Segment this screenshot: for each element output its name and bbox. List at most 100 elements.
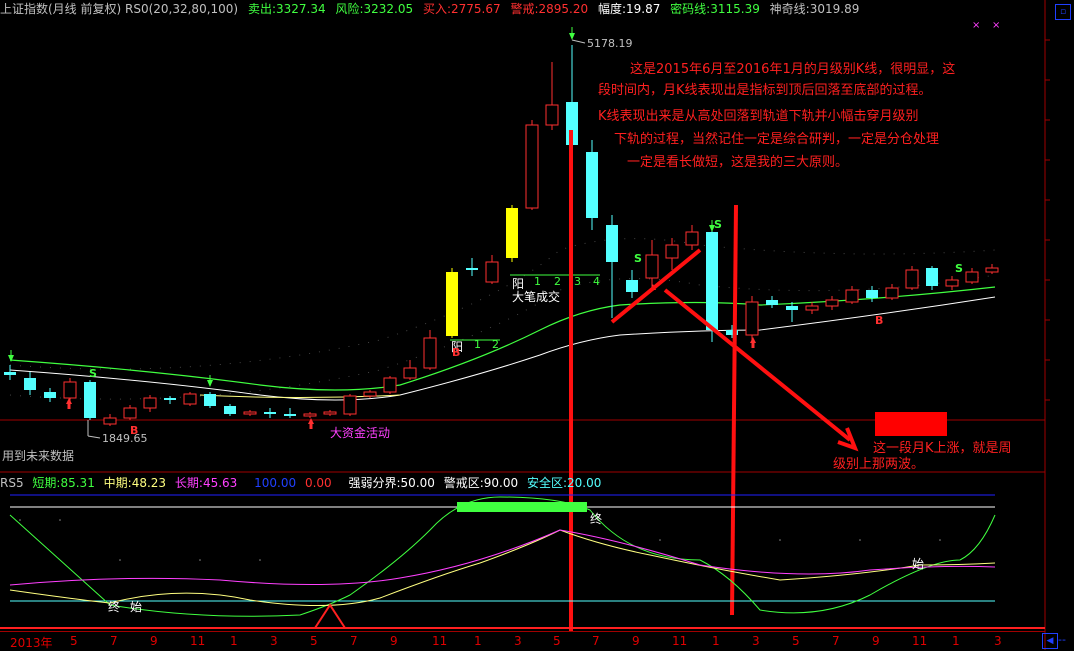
candle-body[interactable]	[24, 378, 36, 390]
yang2-num-1: 1	[534, 275, 541, 288]
long-value: 45.63	[202, 476, 238, 490]
candle-body[interactable]	[926, 268, 938, 286]
arrow-left-icon[interactable]: ◀	[1042, 633, 1058, 649]
candle-body[interactable]	[423, 337, 437, 369]
magic-label: 神奇线:	[769, 2, 810, 16]
candle-body[interactable]	[284, 414, 296, 416]
candle-body[interactable]	[224, 406, 236, 414]
date-tick-label: 9	[390, 634, 398, 648]
candle-body[interactable]	[383, 377, 397, 393]
candle-body[interactable]	[706, 232, 718, 330]
mid-value: 48.23	[131, 476, 167, 490]
short-label: 短期:	[32, 476, 61, 490]
candle-body[interactable]	[363, 391, 377, 397]
candle-body[interactable]	[626, 280, 638, 292]
candle-body[interactable]	[243, 411, 257, 415]
candle-body[interactable]	[766, 300, 778, 305]
indicator-green-bar	[457, 502, 587, 512]
buy-signal-b: B	[875, 314, 884, 327]
candle-body[interactable]	[446, 272, 458, 336]
candle-body[interactable]	[143, 397, 157, 409]
candle-body[interactable]	[866, 290, 878, 298]
candle-body[interactable]	[525, 124, 539, 209]
candle-body[interactable]	[4, 372, 16, 375]
sell-label: 卖出:	[247, 2, 276, 16]
candle-body[interactable]	[84, 382, 96, 418]
value-100: 100.00	[254, 476, 297, 490]
date-tick-label: 3	[514, 634, 522, 648]
candle-body[interactable]	[183, 393, 197, 405]
warn-value: 2895.20	[538, 2, 589, 16]
window-toggle-icon[interactable]: ▫	[1055, 4, 1071, 20]
date-tick-label: 9	[632, 634, 640, 648]
candle-body[interactable]	[665, 244, 679, 259]
candle-body[interactable]	[645, 254, 659, 279]
big-fund-label: 大资金活动	[330, 426, 391, 440]
candle-body[interactable]	[786, 306, 798, 310]
candle-body[interactable]	[343, 395, 357, 415]
candle-body[interactable]	[825, 299, 839, 307]
candle-body[interactable]	[63, 381, 77, 399]
annotation-line-4: 下轨的过程，当然记住一定是综合研判，一定是分仓处理	[614, 132, 940, 147]
buy-signal-b: B	[452, 346, 461, 359]
candle-body[interactable]	[204, 394, 216, 406]
date-tick-label: 3	[994, 634, 1002, 648]
yang-label-2: 阳	[512, 277, 525, 291]
date-tick-label: 1	[712, 634, 720, 648]
svg-text:×: ×	[992, 20, 1000, 31]
candle-body[interactable]	[466, 268, 478, 270]
warn-label: 警戒:	[510, 2, 539, 16]
date-tick-label: 7	[350, 634, 358, 648]
candle-body[interactable]	[123, 407, 137, 419]
candle-body[interactable]	[965, 271, 979, 283]
date-tick-label: 11	[190, 634, 206, 648]
date-tick-label: 9	[872, 634, 880, 648]
candle-body[interactable]	[303, 413, 317, 417]
candle-body[interactable]	[586, 152, 598, 218]
indicator-name: RS5	[0, 476, 24, 490]
candle-body[interactable]	[264, 412, 276, 414]
annotation-drawings	[569, 130, 859, 632]
date-tick-label: 9	[150, 634, 158, 648]
candle-body[interactable]	[606, 225, 618, 262]
date-tick-label: 11	[912, 634, 928, 648]
candle-body[interactable]	[485, 261, 499, 283]
safe-zone-label: 安全区:	[526, 476, 568, 490]
candle-body[interactable]	[164, 398, 176, 400]
magic-value: 3019.89	[809, 2, 860, 16]
candle-body[interactable]	[403, 367, 417, 379]
candle-body[interactable]	[945, 279, 959, 287]
yang2-num-4: 4	[593, 275, 600, 288]
svg-text:×: ×	[972, 20, 980, 31]
candle-body[interactable]	[845, 289, 859, 303]
amp-value: 19.87	[625, 2, 661, 16]
candle-body[interactable]	[985, 267, 999, 273]
date-tick-label: 3	[270, 634, 278, 648]
indicator-header: RS5 短期:85.31 中期:48.23 长期:45.63 100.00 0.…	[0, 474, 1040, 492]
value-0: 0.00	[304, 476, 332, 490]
future-data-label: 用到未来数据	[2, 449, 75, 463]
chart-title: 上证指数(月线 前复权) RS0(20,32,80,100)	[0, 2, 239, 16]
candle-body[interactable]	[685, 231, 699, 246]
candle-body[interactable]	[745, 301, 759, 336]
date-tick-label: 11	[432, 634, 448, 648]
safe-zone-value: 20.00	[567, 476, 602, 490]
candle-body[interactable]	[885, 287, 899, 299]
yang1-num-1: 1	[474, 338, 481, 351]
warn-zone-label: 警戒区:	[443, 476, 484, 490]
buy-value: 2775.67	[450, 2, 501, 16]
date-tick-label: 5	[553, 634, 561, 648]
bottom-annotation-2: 级别上那两波。	[833, 457, 925, 472]
yang1-num-2: 2	[492, 338, 499, 351]
candle-body[interactable]	[805, 305, 819, 311]
candle-body[interactable]	[506, 208, 518, 258]
buy-label: 买入:	[422, 2, 451, 16]
candle-body[interactable]	[905, 269, 919, 289]
more-button[interactable]: --	[1058, 633, 1066, 646]
candle-body[interactable]	[323, 411, 337, 415]
candle-body[interactable]	[545, 104, 559, 126]
sell-signal-s: S	[89, 367, 97, 380]
strength-value: 50.00	[400, 476, 435, 490]
candle-body[interactable]	[103, 417, 117, 425]
candle-body[interactable]	[44, 392, 56, 398]
